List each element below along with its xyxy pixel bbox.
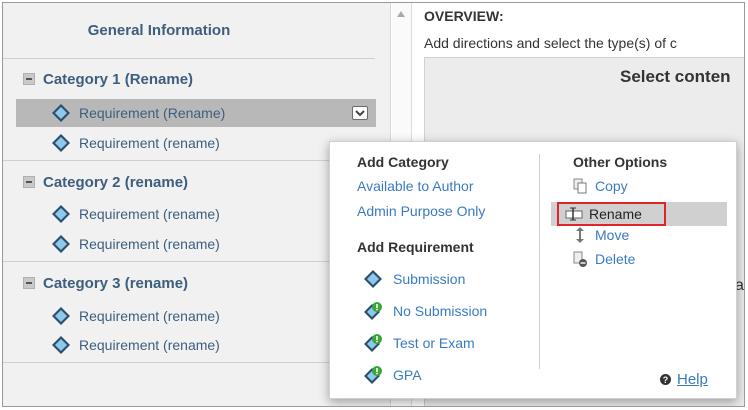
move-option[interactable]: Move [573,227,629,243]
copy-option[interactable]: Copy [573,178,628,194]
test-or-exam-label: Test or Exam [393,335,475,351]
add-no-submission-item[interactable]: No Submission [363,301,487,321]
requirement-diamond-icon [364,270,382,288]
app-frame: General Information Category 1 (Rename) … [2,2,745,407]
copy-icon [573,178,587,194]
requirement-row-selected[interactable]: Requirement (Rename) [16,99,376,127]
overview-title: OVERVIEW: [424,8,504,24]
help-label[interactable]: Help [677,371,708,388]
requirement-diamond-icon [52,307,70,325]
available-to-author-link[interactable]: Available to Author [357,178,474,194]
requirement-row[interactable]: Requirement (rename) [3,129,375,157]
category-label: Category 1 (Rename) [43,70,194,88]
category-2[interactable]: Category 2 (rename) [3,167,375,197]
rename-icon [565,207,583,221]
general-information-item[interactable]: General Information [3,3,375,59]
requirement-row[interactable]: Requirement (rename) [3,230,375,258]
requirement-label: Requirement (rename) [79,236,220,252]
requirement-label: Requirement (rename) [79,135,220,151]
requirement-row[interactable]: Requirement (rename) [3,302,375,330]
category-label: Category 2 (rename) [43,173,189,191]
add-test-or-exam-item[interactable]: Test or Exam [363,333,475,353]
row-options-dropdown-button[interactable] [352,106,368,120]
submission-label: Submission [393,271,466,287]
add-category-heading: Add Category [357,154,449,170]
help-link[interactable]: ? Help [660,371,708,388]
requirement-diamond-icon [52,134,70,152]
add-submission-item[interactable]: Submission [363,269,465,289]
divider [3,160,375,161]
category-1[interactable]: Category 1 (Rename) [3,64,375,94]
requirement-diamond-icon [52,104,70,122]
requirement-row[interactable]: Requirement (rename) [3,200,375,228]
requirement-badge-icon [364,302,382,320]
copy-label: Copy [595,178,628,194]
requirement-diamond-icon [52,205,70,223]
requirement-badge-icon [364,366,382,384]
add-gpa-item[interactable]: GPA [363,365,422,385]
rename-option[interactable]: Rename [557,202,666,226]
delete-icon [573,251,587,267]
move-label: Move [595,227,630,243]
requirement-label: Requirement (rename) [79,337,220,353]
delete-option[interactable]: Delete [573,251,635,267]
chevron-down-icon [355,109,365,116]
divider [3,261,375,262]
overview-directions: Add directions and select the type(s) of… [424,35,677,51]
popup-divider [539,154,540,369]
other-options-heading: Other Options [573,154,668,170]
requirement-diamond-icon [52,336,70,354]
add-requirement-heading: Add Requirement [357,239,474,255]
collapse-icon[interactable] [23,277,35,289]
requirement-label: Requirement (Rename) [79,105,226,121]
select-content-heading: Select conten [620,67,731,86]
requirement-diamond-icon [52,235,70,253]
row-options-popup: Add Category Available to Author Admin P… [329,141,737,399]
scroll-up-arrow-icon[interactable] [397,11,405,17]
delete-label: Delete [595,251,636,267]
category-label: Category 3 (rename) [43,274,189,292]
no-submission-label: No Submission [393,303,488,319]
requirement-badge-icon [364,334,382,352]
help-icon: ? [660,374,671,385]
collapse-icon[interactable] [23,176,35,188]
rename-label: Rename [589,206,642,222]
divider [3,362,375,363]
collapse-icon[interactable] [23,73,35,85]
admin-purpose-only-link[interactable]: Admin Purpose Only [357,203,485,219]
requirement-label: Requirement (rename) [79,206,220,222]
category-3[interactable]: Category 3 (rename) [3,268,375,298]
gpa-label: GPA [393,367,422,383]
requirement-row[interactable]: Requirement (rename) [3,331,375,359]
requirement-label: Requirement (rename) [79,308,220,324]
move-icon [576,227,584,243]
